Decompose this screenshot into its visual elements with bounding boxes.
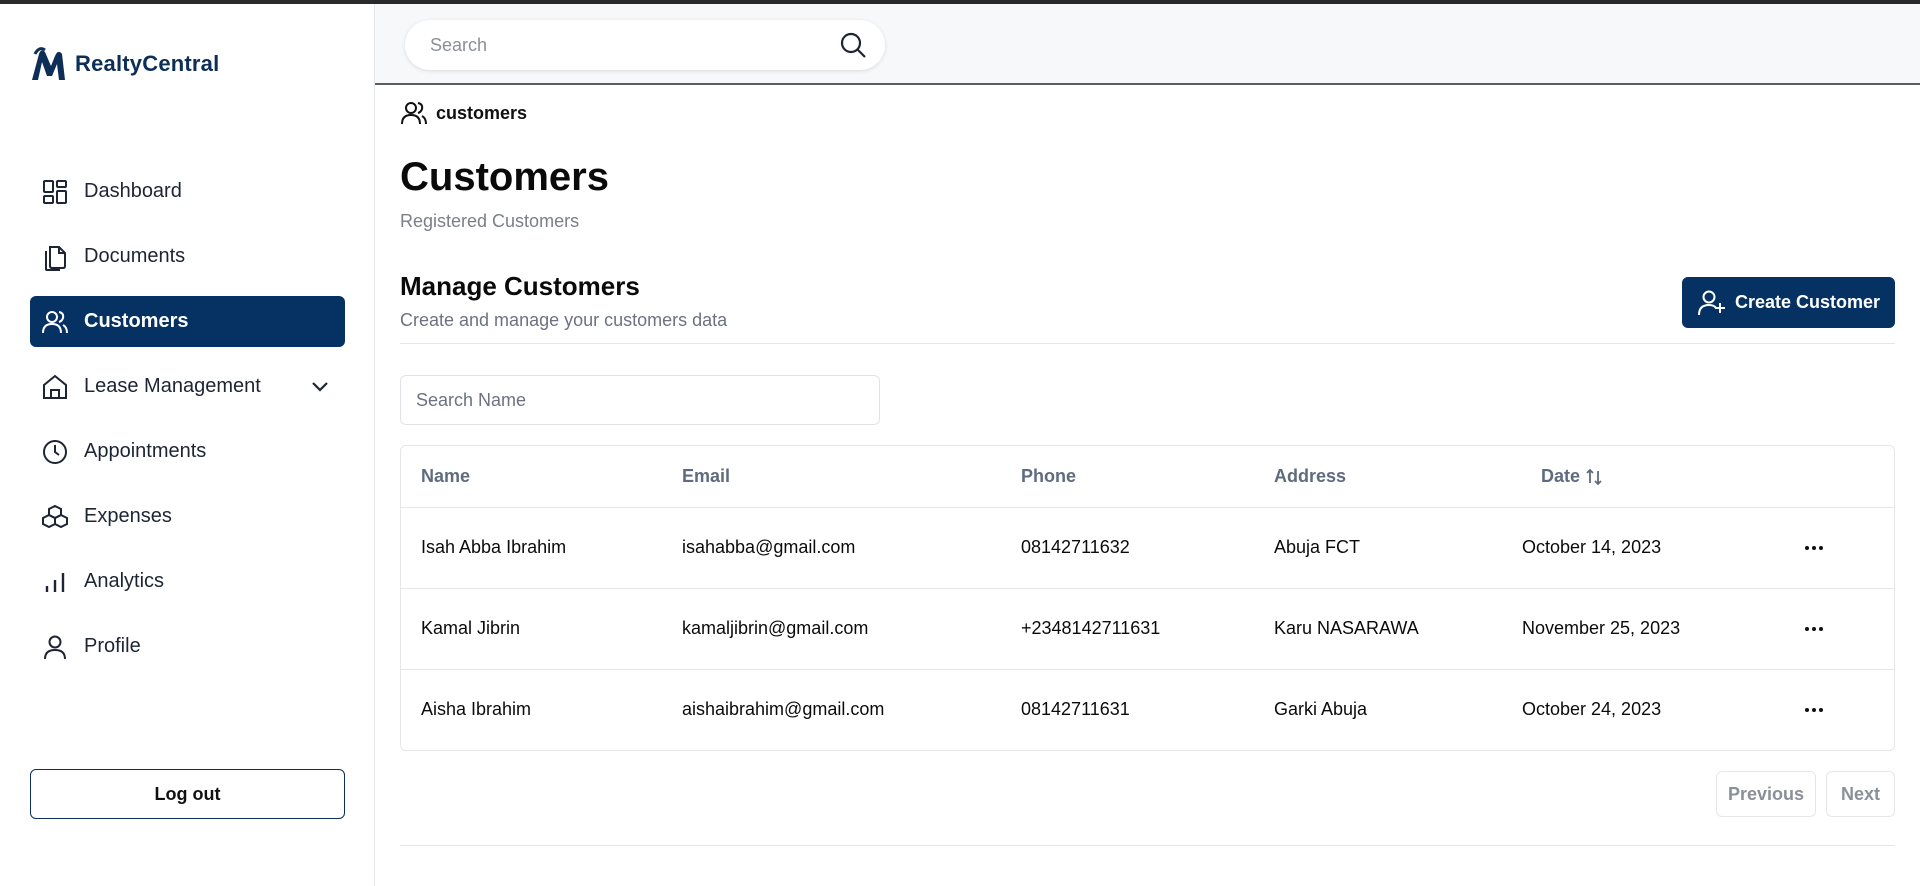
logout-button[interactable]: Log out	[30, 769, 345, 819]
search-name-input[interactable]	[400, 375, 880, 425]
sidebar: RealtyCentral Dashboard Documents Custom…	[0, 4, 375, 886]
sidebar-item-label: Documents	[84, 245, 186, 267]
cell-date: October 24, 2023	[1522, 699, 1662, 719]
previous-page-button[interactable]: Previous	[1716, 771, 1816, 817]
more-options-icon[interactable]	[1802, 538, 1826, 558]
breadcrumb-label: customers	[436, 102, 528, 123]
create-customer-button[interactable]: Create Customer	[1682, 277, 1895, 328]
sidebar-item-label: Lease Management	[84, 375, 261, 397]
sidebar-item-label: Customers	[84, 310, 189, 332]
section-divider	[400, 343, 1895, 344]
sort-icon[interactable]	[1584, 467, 1604, 487]
breadcrumb: customers	[400, 99, 527, 127]
home-icon	[40, 372, 70, 402]
sidebar-item-profile[interactable]: Profile	[30, 621, 345, 672]
sidebar-item-dashboard[interactable]: Dashboard	[30, 166, 345, 217]
column-header-email[interactable]: Email	[682, 466, 730, 487]
sidebar-item-lease-management[interactable]: Lease Management	[30, 361, 345, 412]
next-page-button[interactable]: Next	[1826, 771, 1895, 817]
customers-table: Name Email Phone Address Date Isah Abba …	[400, 445, 1895, 751]
cell-email: isahabba@gmail.com	[682, 537, 856, 557]
global-search	[405, 20, 885, 70]
sidebar-item-label: Expenses	[84, 505, 172, 527]
logo-mark-icon	[32, 47, 65, 80]
cell-date: November 25, 2023	[1522, 618, 1681, 638]
cell-name: Kamal Jibrin	[421, 618, 521, 638]
top-header	[375, 4, 1920, 85]
app-name: RealtyCentral	[75, 51, 220, 76]
logo[interactable]: RealtyCentral	[29, 46, 219, 82]
main-content: customers Customers Registered Customers…	[375, 85, 1920, 886]
cell-address: Abuja FCT	[1274, 537, 1361, 557]
sidebar-item-analytics[interactable]: Analytics	[30, 556, 345, 607]
user-icon	[40, 632, 70, 662]
cell-phone: 08142711632	[1021, 537, 1130, 557]
bar-chart-icon	[40, 567, 70, 597]
boxes-icon	[40, 502, 70, 532]
cell-name: Isah Abba Ibrahim	[421, 537, 567, 557]
column-header-address[interactable]: Address	[1274, 466, 1346, 487]
cell-email: aishaibrahim@gmail.com	[682, 699, 885, 719]
table-row[interactable]: Kamal Jibrin kamaljibrin@gmail.com +2348…	[401, 589, 1894, 670]
page-subtitle: Registered Customers	[400, 211, 580, 231]
sidebar-item-label: Appointments	[84, 440, 207, 462]
sidebar-item-expenses[interactable]: Expenses	[30, 491, 345, 542]
add-user-icon	[1697, 290, 1725, 315]
users-icon	[40, 307, 70, 337]
cell-date: October 14, 2023	[1522, 537, 1662, 557]
cell-name: Aisha Ibrahim	[421, 699, 532, 719]
sidebar-item-appointments[interactable]: Appointments	[30, 426, 345, 477]
cell-email: kamaljibrin@gmail.com	[682, 618, 869, 638]
clock-icon	[40, 437, 70, 467]
column-header-phone[interactable]: Phone	[1021, 466, 1076, 487]
cell-phone: 08142711631	[1021, 699, 1130, 719]
dashboard-icon	[40, 177, 70, 207]
column-header-date-label: Date	[1541, 466, 1581, 486]
table-row[interactable]: Aisha Ibrahim aishaibrahim@gmail.com 081…	[401, 670, 1894, 751]
chevron-down-icon[interactable]	[307, 373, 333, 399]
sidebar-item-customers[interactable]: Customers	[30, 296, 345, 347]
cell-address: Garki Abuja	[1274, 699, 1368, 719]
section-subtitle: Create and manage your customers data	[400, 310, 728, 330]
column-header-name[interactable]: Name	[421, 466, 470, 487]
sidebar-item-documents[interactable]: Documents	[30, 231, 345, 282]
table-row[interactable]: Isah Abba Ibrahim isahabba@gmail.com 081…	[401, 508, 1894, 589]
footer-divider	[400, 845, 1895, 846]
create-customer-label: Create Customer	[1734, 292, 1881, 312]
more-options-icon[interactable]	[1802, 700, 1826, 720]
table-header: Name Email Phone Address Date	[401, 446, 1894, 508]
sidebar-item-label: Profile	[84, 635, 141, 657]
sidebar-item-label: Analytics	[84, 570, 165, 592]
global-search-input[interactable]	[430, 34, 820, 56]
users-icon	[401, 102, 427, 125]
cell-phone: +2348142711631	[1021, 618, 1161, 638]
section-title: Manage Customers	[400, 271, 640, 301]
sidebar-item-label: Dashboard	[84, 180, 182, 202]
sidebar-nav: Dashboard Documents Customers Lease Mana…	[30, 166, 345, 686]
documents-icon	[40, 242, 70, 272]
more-options-icon[interactable]	[1802, 619, 1826, 639]
column-header-date[interactable]: Date	[1541, 466, 1604, 487]
search-icon[interactable]	[839, 31, 867, 59]
cell-address: Karu NASARAWA	[1274, 618, 1419, 638]
page-title: Customers	[400, 155, 609, 199]
